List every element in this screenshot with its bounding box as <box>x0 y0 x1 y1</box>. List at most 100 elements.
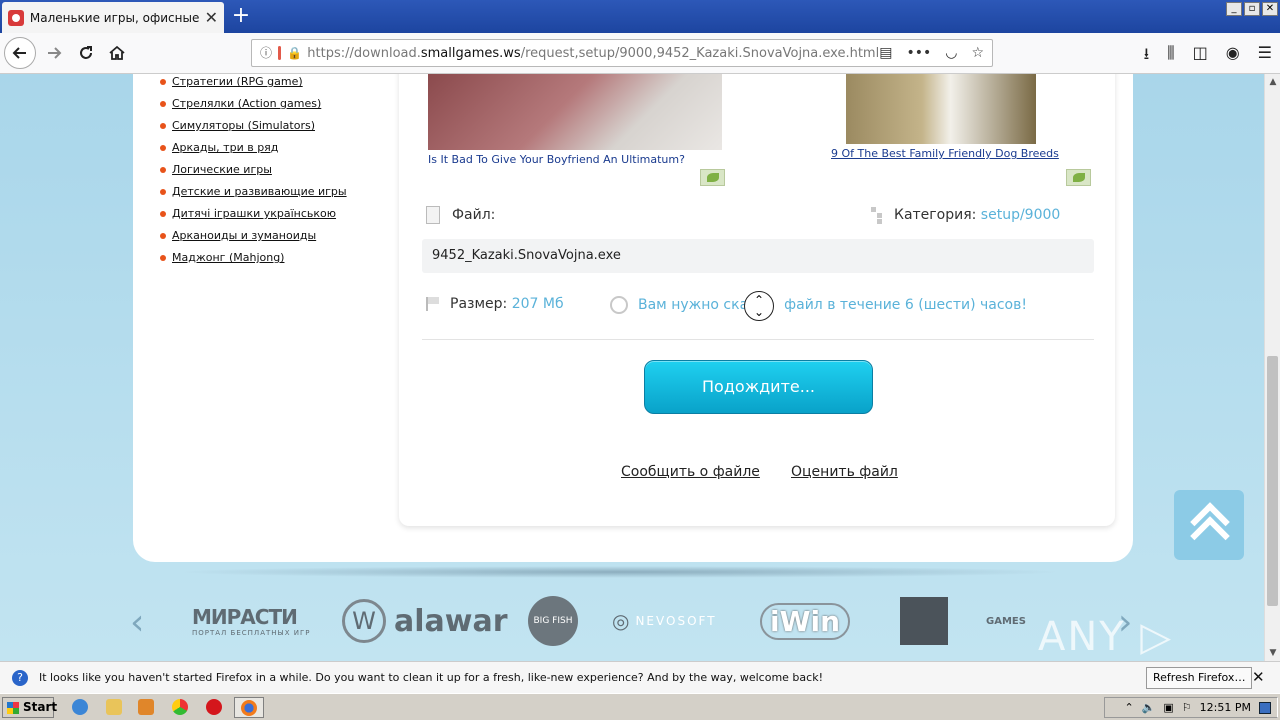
site-favicon-icon <box>8 9 24 26</box>
page-viewport: Стратегии (RPG game) Стрелялки (Action g… <box>0 74 1264 661</box>
notification-text: It looks like you haven't started Firefo… <box>39 671 823 684</box>
scroll-up-icon[interactable]: ▲ <box>1265 74 1280 90</box>
autoscroll-cursor-icon: ⌃ ⌄ <box>744 291 774 321</box>
minimize-button[interactable]: _ <box>1226 2 1242 16</box>
home-button[interactable] <box>103 39 131 67</box>
reader-view-icon[interactable]: ▤ <box>879 45 892 61</box>
volume-icon[interactable]: 🔈 <box>1142 701 1156 714</box>
category-list: Стратегии (RPG game) Стрелялки (Action g… <box>160 74 347 272</box>
firefox-icon <box>241 700 257 716</box>
report-file-link[interactable]: Сообщить о файле <box>621 464 760 480</box>
library-icon[interactable]: ⫼ <box>1167 43 1174 70</box>
category-link[interactable]: Детские и развивающие игры <box>160 184 347 206</box>
address-bar[interactable]: ⓘ 🔒 https://download.smallgames.ws/reque… <box>251 39 993 67</box>
vertical-scrollbar[interactable]: ▲ ▼ <box>1264 74 1280 661</box>
ad-caption[interactable]: 9 Of The Best Family Friendly Dog Breeds <box>831 147 1059 160</box>
time-notice-row: Вам нужно ска файл в течение 6 (шести) ч… <box>610 296 1027 314</box>
page-actions-icon[interactable]: ••• <box>906 45 931 61</box>
reload-button[interactable] <box>72 39 100 67</box>
category-link[interactable]: Арканоиды и зуманоиды <box>160 228 347 250</box>
ad-leaf-icon[interactable] <box>700 169 725 186</box>
category-row: Категория: setup/9000 <box>870 206 1060 224</box>
back-button[interactable] <box>4 37 36 69</box>
category-value-link[interactable]: setup/9000 <box>981 207 1061 223</box>
firefox-taskbar-button[interactable] <box>234 697 264 718</box>
document-icon <box>426 206 440 224</box>
account-icon[interactable]: ◉ <box>1226 43 1240 70</box>
window-controls: _ ▫ ✕ <box>1226 2 1278 16</box>
downloads-icon[interactable]: ⭳ <box>1144 43 1150 70</box>
lock-icon: 🔒 <box>287 46 303 60</box>
anyrun-watermark: ANY ▷ RUN <box>1038 614 1174 661</box>
tab-title: Маленькие игры, офисные игры <box>29 10 199 25</box>
partner-logo[interactable]: GAMES <box>986 596 1026 646</box>
wait-download-button[interactable]: Подождите... <box>644 360 873 414</box>
menu-icon[interactable]: ☰ <box>1258 43 1272 70</box>
time-notice-start: Вам нужно ска <box>638 297 749 313</box>
info-icon[interactable]: ⓘ <box>260 46 272 60</box>
navigation-bar: ⓘ 🔒 https://download.smallgames.ws/reque… <box>0 33 1280 74</box>
divider <box>422 339 1094 340</box>
refresh-firefox-button[interactable]: Refresh Firefox… <box>1146 667 1253 689</box>
forward-arrow-icon <box>48 47 62 59</box>
filename-field: 9452_Kazaki.SnovaVojna.exe <box>422 239 1094 273</box>
category-link[interactable]: Стрелялки (Action games) <box>160 96 347 118</box>
flag-tray-icon[interactable]: ⚐ <box>1182 701 1192 714</box>
notification-close-icon[interactable]: ✕ <box>1252 668 1265 686</box>
windows-taskbar: Start ⌃ 🔈 ▣ ⚐ 12:51 PM <box>0 693 1280 720</box>
category-link[interactable]: Аркады, три в ряд <box>160 140 347 162</box>
scroll-to-top-button[interactable] <box>1174 490 1244 560</box>
clock: 12:51 PM <box>1199 701 1251 714</box>
start-button[interactable]: Start <box>2 697 57 718</box>
sidebar-icon[interactable]: ◫ <box>1193 43 1208 70</box>
chrome-icon[interactable] <box>172 699 188 715</box>
folder-icon[interactable] <box>106 699 122 715</box>
question-icon: ? <box>12 669 28 686</box>
url-text[interactable]: https://download.smallgames.ws/request,s… <box>307 46 879 61</box>
category-link[interactable]: Дитячі іграшки українською <box>160 206 347 228</box>
category-tree-icon <box>870 206 884 224</box>
size-row: Размер: 207 Мб <box>426 296 564 312</box>
tab-close-icon[interactable]: ✕ <box>205 8 218 27</box>
ad-caption[interactable]: Is It Bad To Give Your Boyfriend An Ulti… <box>428 153 685 166</box>
time-notice-end: файл в течение 6 (шести) часов! <box>784 297 1027 313</box>
forward-button[interactable] <box>40 39 68 67</box>
network-icon[interactable]: ▣ <box>1163 701 1173 714</box>
ad-leaf-icon[interactable] <box>1066 169 1091 186</box>
category-label: Категория: <box>894 207 977 223</box>
partner-logo[interactable] <box>900 596 948 646</box>
category-link[interactable]: Логические игры <box>160 162 347 184</box>
partner-logo[interactable]: iWin <box>760 596 851 646</box>
carousel-prev-icon[interactable]: ‹ <box>130 602 144 643</box>
new-tab-button[interactable]: + <box>230 3 252 29</box>
pocket-icon[interactable]: ◡ <box>945 45 957 61</box>
partner-logo[interactable]: МИРАСТИ ПОРТАЛ БЕСПЛАТНЫХ ИГР <box>192 596 310 646</box>
file-label: Файл: <box>452 207 496 223</box>
category-link[interactable]: Симуляторы (Simulators) <box>160 118 347 140</box>
close-window-button[interactable]: ✕ <box>1262 2 1278 16</box>
scroll-thumb[interactable] <box>1267 356 1278 606</box>
back-arrow-icon <box>12 47 26 59</box>
category-link[interactable]: Стратегии (RPG game) <box>160 74 347 96</box>
partner-logo[interactable]: ◎ NEVOSOFT <box>612 596 717 646</box>
ie-icon[interactable] <box>72 699 88 715</box>
partner-logo[interactable]: BIG FISH <box>528 596 578 646</box>
reload-icon <box>80 46 92 59</box>
ad-image[interactable] <box>428 74 722 150</box>
scroll-down-icon[interactable]: ▼ <box>1265 645 1280 661</box>
category-link[interactable]: Маджонг (Mahjong) <box>160 250 347 272</box>
ad-image[interactable] <box>846 74 1036 144</box>
clock-icon <box>610 296 628 314</box>
bookmark-star-icon[interactable]: ☆ <box>971 45 984 61</box>
tracking-blocked-icon[interactable] <box>278 46 282 60</box>
home-icon <box>109 45 125 60</box>
partner-logo[interactable]: W alawar <box>342 596 508 646</box>
opera-icon[interactable] <box>206 699 222 715</box>
system-tray: ⌃ 🔈 ▣ ⚐ 12:51 PM <box>1104 697 1278 718</box>
maximize-button[interactable]: ▫ <box>1244 2 1260 16</box>
tray-expand-icon[interactable]: ⌃ <box>1124 701 1133 714</box>
show-desktop-icon[interactable] <box>1259 701 1271 714</box>
rate-file-link[interactable]: Оценить файл <box>791 464 898 480</box>
media-player-icon[interactable] <box>138 699 154 715</box>
browser-tab[interactable]: Маленькие игры, офисные игры ✕ <box>2 2 224 33</box>
